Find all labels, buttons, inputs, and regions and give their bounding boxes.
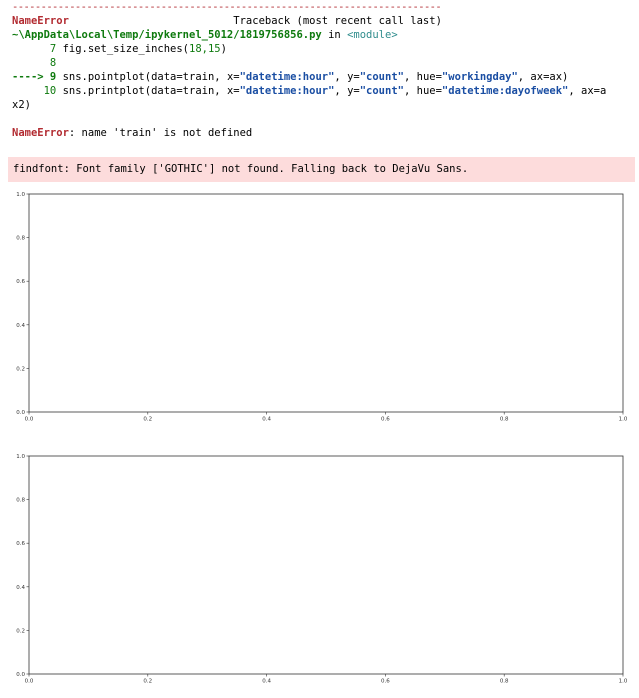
y-tick-label: 0.4 (16, 585, 25, 591)
line-7-args: 18,15 (189, 43, 221, 55)
line-number-8: 8 (12, 57, 57, 69)
x-tick-label: 0.4 (262, 679, 271, 685)
line-10-code-b: , y= (334, 85, 360, 97)
axes-frame (28, 193, 624, 413)
line-9-code-c: , hue= (403, 71, 442, 83)
line-9-code-a: sns.pointplot(data=train, x= (62, 71, 240, 83)
line-number-7: 7 (12, 43, 63, 55)
line-10-code-c: , hue= (403, 85, 442, 97)
y-tick-label: 1.0 (16, 454, 25, 460)
in-word: in (321, 29, 348, 41)
x-tick-label: 0.0 (25, 679, 34, 685)
module-name: <module> (347, 29, 398, 41)
x-tick-label: 0.2 (143, 417, 152, 423)
line-10-code-a: sns.printplot(data=train, x= (62, 85, 240, 97)
y-tick-label: 0.6 (16, 279, 25, 285)
empty-axes-2: 0.0 0.2 0.4 0.6 0.8 1.0 0.0 0.2 0.4 0.6 0.8 1.0 (16, 454, 628, 685)
error-message: : name 'train' is not defined (68, 127, 253, 139)
line-10-string-2: "count" (359, 85, 404, 97)
line-number-10: 10 (12, 85, 63, 97)
line-9-code-b: , y= (334, 71, 360, 83)
error-arrow-line-9: ----> 9 (12, 71, 63, 83)
line-10-string-3: "datetime:dayofweek" (441, 85, 569, 97)
y-tick-label: 0.6 (16, 541, 25, 547)
file-path: ~\AppData\Local\Temp/ipykernel_5012/1819… (12, 29, 322, 41)
warning-text: findfont: Font family ['GOTHIC'] not fou… (13, 163, 469, 175)
error-name-footer: NameError (12, 127, 69, 139)
y-tick-label: 0.8 (16, 236, 25, 242)
line-10-wrap: x2) (12, 99, 31, 111)
line-10-code-d: , ax=a (568, 85, 607, 97)
x-tick-label: 0.8 (500, 679, 509, 685)
y-tick-label: 0.8 (16, 498, 25, 504)
x-tick-label: 0.8 (500, 417, 509, 423)
error-name: NameError (12, 15, 69, 27)
y-tick-label: 0.0 (16, 410, 25, 416)
line-7-code: fig.set_size_inches( (62, 43, 190, 55)
y-tick-label: 0.0 (16, 672, 25, 678)
y-tick-label: 0.2 (16, 366, 25, 372)
x-tick-label: 1.0 (619, 679, 628, 685)
empty-axes-1: 0.0 0.2 0.4 0.6 0.8 1.0 0.0 0.2 0.4 0.6 0.8 1.0 (16, 192, 628, 423)
y-tick-label: 0.4 (16, 323, 25, 329)
x-tick-label: 0.6 (381, 679, 390, 685)
x-tick-label: 0.6 (381, 417, 390, 423)
y-tick-label: 1.0 (16, 192, 25, 198)
line-9-string-3: "workingday" (441, 71, 518, 83)
x-tick-label: 0.4 (262, 417, 271, 423)
line-9-code-d: , ax=ax) (517, 71, 569, 83)
line-9-string-1: "datetime:hour" (239, 71, 335, 83)
stderr-warning: findfont: Font family ['GOTHIC'] not fou… (8, 157, 635, 182)
x-tick-label: 1.0 (619, 417, 628, 423)
line-9-string-2: "count" (359, 71, 404, 83)
x-tick-label: 0.2 (143, 679, 152, 685)
line-7-end: ) (220, 43, 227, 55)
x-tick-label: 0.0 (25, 417, 34, 423)
line-10-string-1: "datetime:hour" (239, 85, 335, 97)
traceback-separator: ----------------------------------------… (12, 1, 442, 13)
axes-frame (28, 455, 624, 675)
traceback-output: ----------------------------------------… (12, 0, 636, 140)
traceback-header: Traceback (most recent call last) (233, 15, 442, 27)
y-tick-label: 0.2 (16, 628, 25, 634)
traceback-spacer (69, 15, 233, 27)
